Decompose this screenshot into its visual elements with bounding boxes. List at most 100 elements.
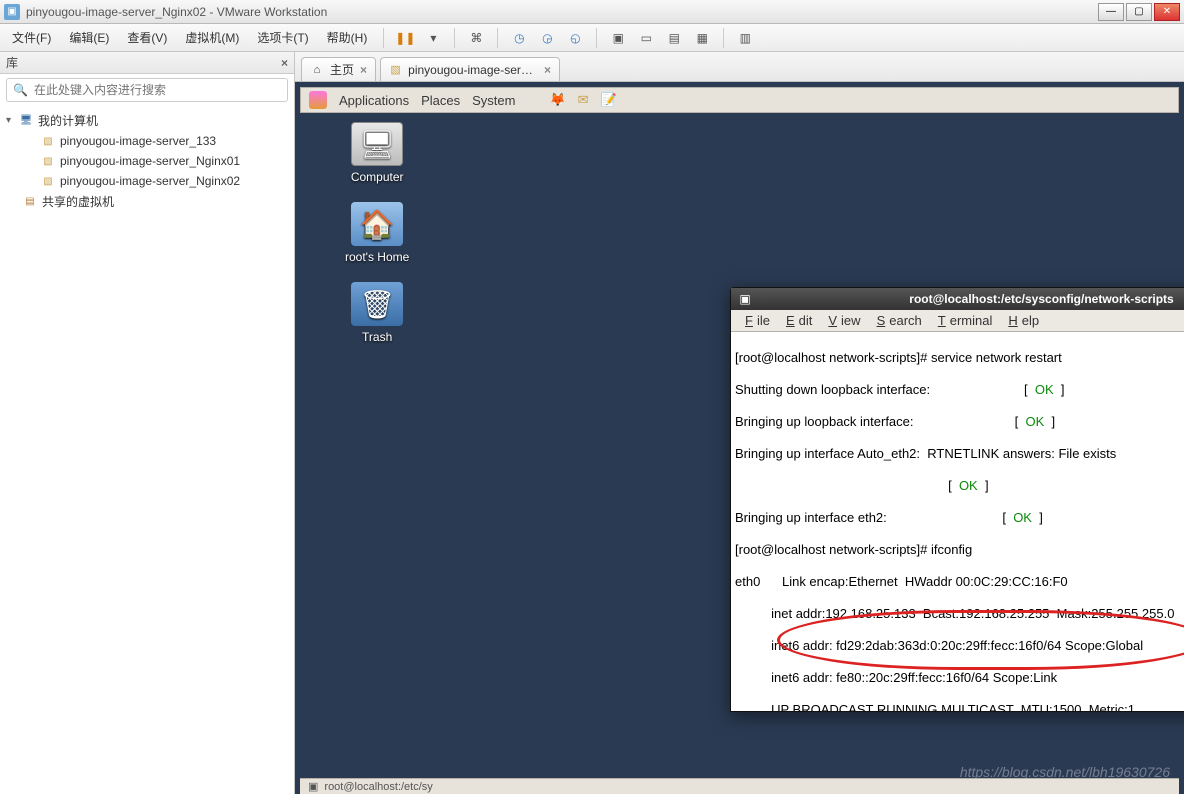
taskbar-item-label[interactable]: root@localhost:/etc/sy [324,781,432,793]
shared-icon: ▤ [22,194,38,210]
separator [497,28,498,48]
mail-icon[interactable]: ✉ [578,92,589,108]
vm-icon: ▧ [40,133,56,149]
search-input[interactable] [34,83,281,97]
home-icon: ⌂ [310,63,324,77]
tree-shared-vms[interactable]: ▤ 共享的虚拟机 [0,191,294,212]
term-line: UP BROADCAST RUNNING MULTICAST MTU:1500 … [735,702,1184,711]
snapshot-icon[interactable]: ◷ [508,27,530,49]
separator [454,28,455,48]
gnome-taskbar[interactable]: ▣ root@localhost:/etc/sy [300,778,1179,794]
firefox-icon[interactable]: 🦊 [549,92,565,108]
vm-icon: ▧ [389,63,402,77]
desktop-icons: 🖥 Computer 🏠 root's Home 🗑 Trash [345,122,409,344]
menu-tabs[interactable]: 选项卡(T) [251,27,314,48]
computer-icon: 🖥 [18,113,34,129]
desktop-trash[interactable]: 🗑 Trash [351,282,403,344]
pause-icon[interactable]: ❚❚ [394,27,416,49]
gnome-places[interactable]: Places [421,93,460,108]
term-menu-search[interactable]: Search [869,313,926,328]
window-title: pinyougou-image-server_Nginx02 - VMware … [26,5,1096,19]
tree-label: pinyougou-image-server_133 [60,134,216,148]
taskbar-terminal-icon[interactable]: ▣ [308,780,318,793]
vm-icon: ▧ [40,173,56,189]
term-line: Bringing up interface eth2: [ OK ] [735,510,1184,526]
gnome-system[interactable]: System [472,93,515,108]
gnome-foot-icon [309,91,327,109]
terminal-body[interactable]: [root@localhost network-scripts]# servic… [731,332,1184,711]
revert-icon[interactable]: ◵ [564,27,586,49]
term-menu-help[interactable]: Help [1000,313,1043,328]
separator [383,28,384,48]
terminal-window[interactable]: ▣ root@localhost:/etc/sysconfig/network-… [730,287,1184,712]
term-line: [root@localhost network-scripts]# ifconf… [735,542,1184,558]
fullscreen-icon[interactable]: ▣ [607,27,629,49]
tree-root-my-computer[interactable]: ▾ 🖥 我的计算机 [0,110,294,131]
collapse-icon[interactable]: ▾ [6,115,18,126]
gnome-panel[interactable]: Applications Places System 🦊 ✉ 📝 [300,87,1179,113]
notes-icon[interactable]: 📝 [601,92,617,108]
term-menu-file[interactable]: File [737,313,774,328]
term-line: [ OK ] [735,478,1184,494]
menu-file[interactable]: 文件(F) [6,27,57,48]
tree-label: pinyougou-image-server_Nginx02 [60,174,240,188]
unity-icon[interactable]: ▭ [635,27,657,49]
tab-vm-nginx02[interactable]: ▧ pinyougou-image-server... × [380,57,560,81]
library-tree: ▾ 🖥 我的计算机 ▧ pinyougou-image-server_133 ▧… [0,106,294,216]
terminal-icon: ▣ [737,291,753,307]
gnome-apps[interactable]: Applications [339,93,409,108]
term-menu-view[interactable]: View [820,313,864,328]
library-search[interactable]: 🔍 [6,78,288,102]
vmware-icon: ▣ [4,4,20,20]
icon-label: Computer [351,170,404,184]
tree-vm-133[interactable]: ▧ pinyougou-image-server_133 [0,131,294,151]
menu-vm[interactable]: 虚拟机(M) [179,27,245,48]
tab-strip: ⌂ 主页 × ▧ pinyougou-image-server... × [295,52,1184,82]
snapshot-manager-icon[interactable]: ◶ [536,27,558,49]
tree-vm-nginx02[interactable]: ▧ pinyougou-image-server_Nginx02 [0,171,294,191]
term-line: inet6 addr: fe80::20c:29ff:fecc:16f0/64 … [735,670,1184,686]
terminal-titlebar[interactable]: ▣ root@localhost:/etc/sysconfig/network-… [731,288,1184,310]
tree-label: 我的计算机 [38,112,98,129]
thumbnail-icon[interactable]: ▤ [663,27,685,49]
content-area: ⌂ 主页 × ▧ pinyougou-image-server... × App… [295,52,1184,794]
menubar: 文件(F) 编辑(E) 查看(V) 虚拟机(M) 选项卡(T) 帮助(H) ❚❚… [0,24,1184,52]
library-header: 库 × [0,52,294,74]
separator [723,28,724,48]
term-line: Shutting down loopback interface: [ OK ] [735,382,1184,398]
menu-help[interactable]: 帮助(H) [321,27,374,48]
library-sidebar: 库 × 🔍 ▾ 🖥 我的计算机 ▧ pinyougou-image-server… [0,52,295,794]
close-button[interactable]: ✕ [1154,3,1180,21]
term-menu-terminal[interactable]: Terminal [930,313,997,328]
vm-guest-desktop[interactable]: Applications Places System 🦊 ✉ 📝 🖥 Compu… [295,82,1184,794]
separator [596,28,597,48]
dropdown-icon[interactable]: ▾ [422,27,444,49]
menu-view[interactable]: 查看(V) [121,27,173,48]
vm-icon: ▧ [40,153,56,169]
tree-label: 共享的虚拟机 [42,193,114,210]
library-header-label: 库 [6,54,18,71]
terminal-menubar: File Edit View Search Terminal Help [731,310,1184,332]
maximize-button[interactable]: ▢ [1126,3,1152,21]
tree-vm-nginx01[interactable]: ▧ pinyougou-image-server_Nginx01 [0,151,294,171]
multimon-icon[interactable]: ▦ [691,27,713,49]
menu-edit[interactable]: 编辑(E) [63,27,115,48]
term-line: eth0 Link encap:Ethernet HWaddr 00:0C:29… [735,574,1184,590]
send-ctrl-alt-del-icon[interactable]: ⌘ [465,27,487,49]
desktop-home[interactable]: 🏠 root's Home [345,202,409,264]
tab-label: pinyougou-image-server... [408,63,538,77]
term-line: inet addr:192.168.25.133 Bcast:192.168.2… [735,606,1184,622]
tab-home[interactable]: ⌂ 主页 × [301,57,376,81]
term-line: Bringing up interface Auto_eth2: RTNETLI… [735,446,1184,462]
desktop-computer[interactable]: 🖥 Computer [351,122,404,184]
term-menu-edit[interactable]: Edit [778,313,816,328]
tab-label: 主页 [330,61,354,78]
icon-label: Trash [362,330,392,344]
library-toggle-icon[interactable]: ▥ [734,27,756,49]
tab-close-icon[interactable]: × [360,63,367,77]
library-close-icon[interactable]: × [281,56,288,70]
tab-close-icon[interactable]: × [544,63,551,77]
minimize-button[interactable]: — [1098,3,1124,21]
term-line: inet6 addr: fd29:2dab:363d:0:20c:29ff:fe… [735,638,1184,654]
tree-label: pinyougou-image-server_Nginx01 [60,154,240,168]
